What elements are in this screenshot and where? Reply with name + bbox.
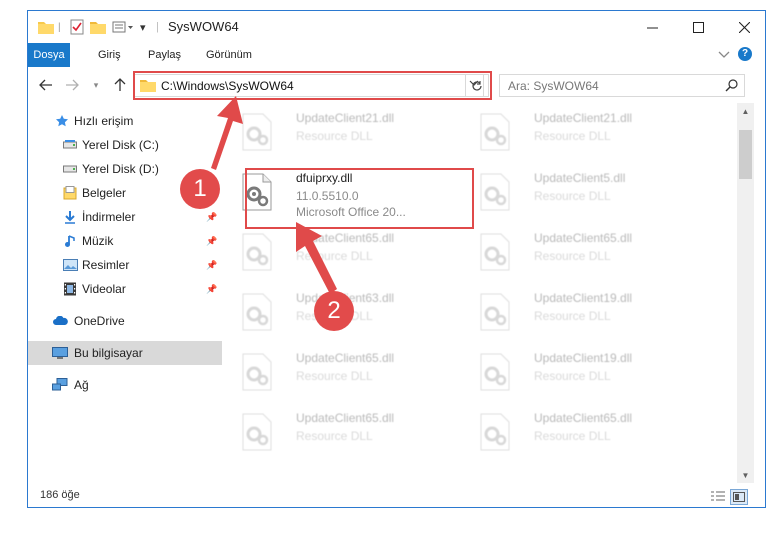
annotation-arrows [211, 96, 337, 294]
step-1-badge: 1 [180, 169, 220, 209]
step-2-badge: 2 [314, 291, 354, 331]
arrow-to-file-icon [296, 222, 337, 294]
arrow-to-address-icon [211, 96, 243, 170]
